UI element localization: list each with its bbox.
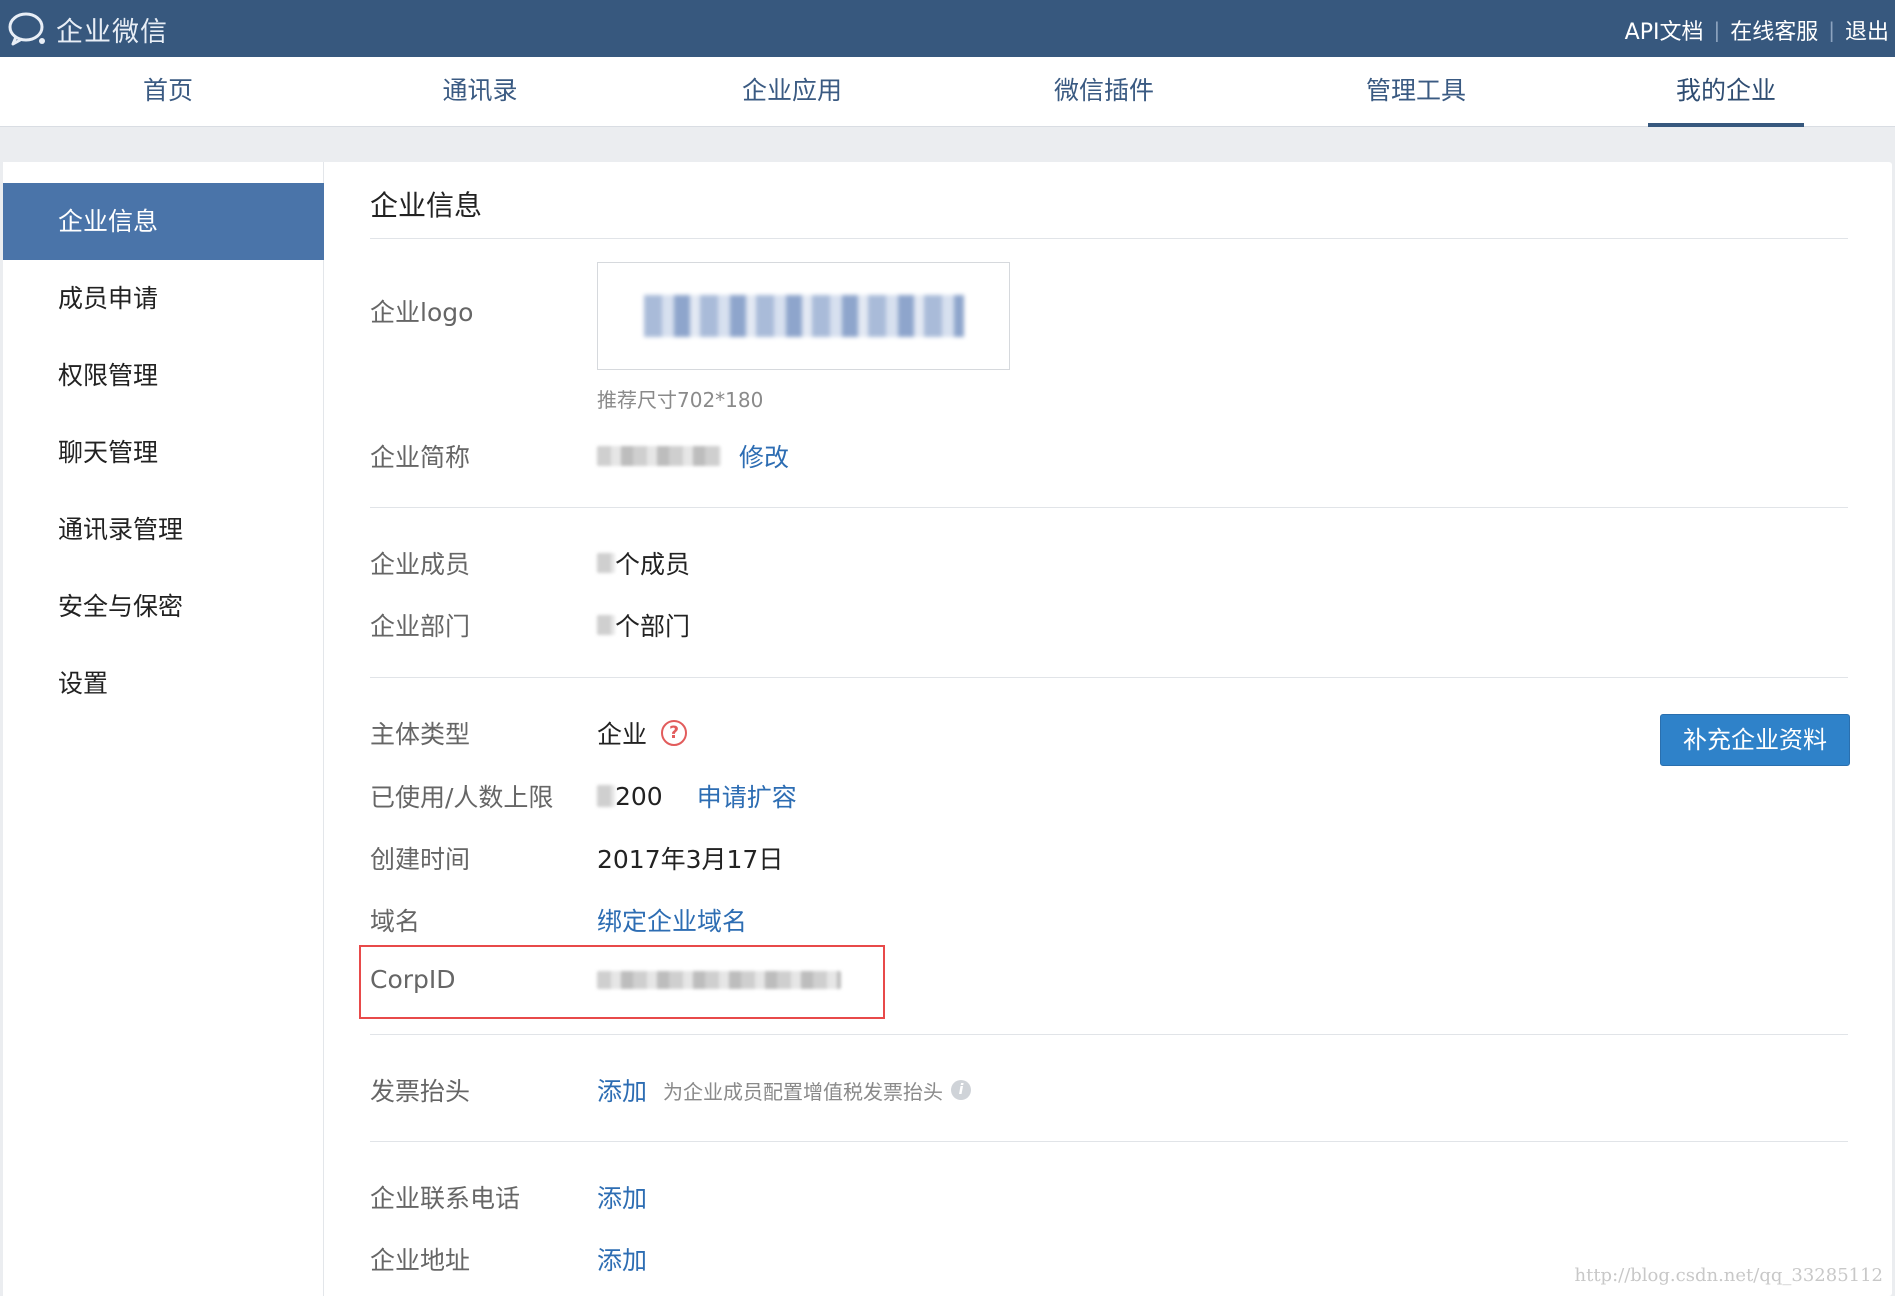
nav-management-tools[interactable]: 管理工具	[1336, 57, 1496, 127]
redacted-count	[597, 553, 615, 573]
logout-link[interactable]: 退出	[1845, 14, 1889, 46]
supplement-info-button[interactable]: 补充企业资料	[1660, 714, 1850, 766]
invoice-description: 为企业成员配置增值税发票抬头	[663, 1079, 944, 1104]
redacted-short-name	[597, 446, 721, 466]
short-name-label: 企业简称	[370, 443, 471, 472]
domain-label: 域名	[370, 907, 421, 936]
app-name: 企业微信	[56, 16, 168, 48]
divider	[370, 507, 1848, 508]
bind-domain-link[interactable]: 绑定企业域名	[597, 902, 747, 938]
add-address-link[interactable]: 添加	[597, 1241, 647, 1277]
sidebar-item-chat-management[interactable]: 聊天管理	[3, 414, 324, 491]
sidebar: 企业信息 成员申请 权限管理 聊天管理 通讯录管理 安全与保密 设置	[3, 162, 324, 1296]
nav-wechat-plugin[interactable]: 微信插件	[1024, 57, 1184, 127]
created-label: 创建时间	[370, 845, 471, 874]
invoice-value: 添加 为企业成员配置增值税发票抬头 i	[597, 1072, 972, 1108]
departments-value: 个部门	[597, 607, 690, 643]
members-suffix: 个成员	[615, 550, 691, 579]
divider: |	[1828, 18, 1835, 42]
logo-label: 企业logo	[370, 298, 474, 327]
add-invoice-link[interactable]: 添加	[597, 1072, 647, 1108]
entity-type-label: 主体类型	[370, 720, 471, 749]
apply-expansion-link[interactable]: 申请扩容	[697, 778, 797, 814]
nav-my-enterprise[interactable]: 我的企业	[1648, 57, 1804, 127]
help-icon[interactable]: ?	[661, 720, 688, 746]
sidebar-item-permissions[interactable]: 权限管理	[3, 337, 324, 414]
edit-short-name-link[interactable]: 修改	[739, 438, 789, 474]
page-title: 企业信息	[370, 189, 483, 222]
wechat-work-logo-icon	[8, 12, 45, 46]
corpid-highlight-box	[359, 945, 885, 1019]
divider: |	[1713, 18, 1721, 42]
main-panel: 企业信息 成员申请 权限管理 聊天管理 通讯录管理 安全与保密 设置 企业信息 …	[3, 162, 1892, 1296]
nav-home[interactable]: 首页	[88, 57, 248, 127]
divider	[370, 677, 1848, 678]
created-value: 2017年3月17日	[597, 845, 784, 874]
redacted-count	[597, 785, 615, 807]
logo-upload-box[interactable]	[597, 262, 1010, 370]
app-logo[interactable]: 企业微信	[6, 10, 168, 48]
sidebar-item-security[interactable]: 安全与保密	[3, 568, 324, 645]
departments-label: 企业部门	[370, 612, 471, 641]
nav-apps[interactable]: 企业应用	[712, 57, 872, 127]
domain-value: 绑定企业域名	[597, 902, 747, 938]
sidebar-item-enterprise-info[interactable]: 企业信息	[3, 183, 324, 260]
phone-value: 添加	[597, 1179, 647, 1215]
watermark: http://blog.csdn.net/qq_33285112	[1574, 1265, 1884, 1286]
departments-suffix: 个部门	[615, 612, 691, 641]
address-label: 企业地址	[370, 1246, 471, 1275]
sidebar-item-settings[interactable]: 设置	[3, 645, 324, 722]
invoice-label: 发票抬头	[370, 1077, 471, 1106]
divider	[370, 1034, 1848, 1035]
online-support-link[interactable]: 在线客服	[1730, 14, 1818, 46]
top-bar: 企业微信 API文档 | 在线客服 | 退出	[0, 0, 1895, 57]
sidebar-item-member-applications[interactable]: 成员申请	[3, 260, 324, 337]
capacity-limit: 200	[615, 781, 663, 811]
redacted-count	[597, 615, 615, 635]
add-phone-link[interactable]: 添加	[597, 1179, 647, 1215]
logo-size-hint: 推荐尺寸702*180	[597, 388, 764, 412]
address-value: 添加	[597, 1241, 647, 1277]
info-icon[interactable]: i	[951, 1080, 972, 1100]
top-links: API文档 | 在线客服 | 退出	[1625, 14, 1889, 46]
main-nav: 首页 通讯录 企业应用 微信插件 管理工具 我的企业	[0, 57, 1895, 127]
sidebar-item-contacts-management[interactable]: 通讯录管理	[3, 491, 324, 568]
short-name-value: 修改	[597, 438, 789, 474]
capacity-value: 200 申请扩容	[597, 778, 797, 814]
phone-label: 企业联系电话	[370, 1184, 521, 1213]
members-value: 个成员	[597, 545, 690, 581]
divider	[370, 1141, 1848, 1142]
enterprise-logo-image	[643, 295, 964, 337]
nav-contacts[interactable]: 通讯录	[400, 57, 560, 127]
entity-type-value: 企业 ?	[597, 715, 688, 751]
divider	[370, 238, 1848, 239]
members-label: 企业成员	[370, 550, 471, 579]
api-docs-link[interactable]: API文档	[1625, 14, 1704, 46]
capacity-label: 已使用/人数上限	[370, 783, 554, 812]
entity-type-text: 企业	[597, 720, 648, 749]
